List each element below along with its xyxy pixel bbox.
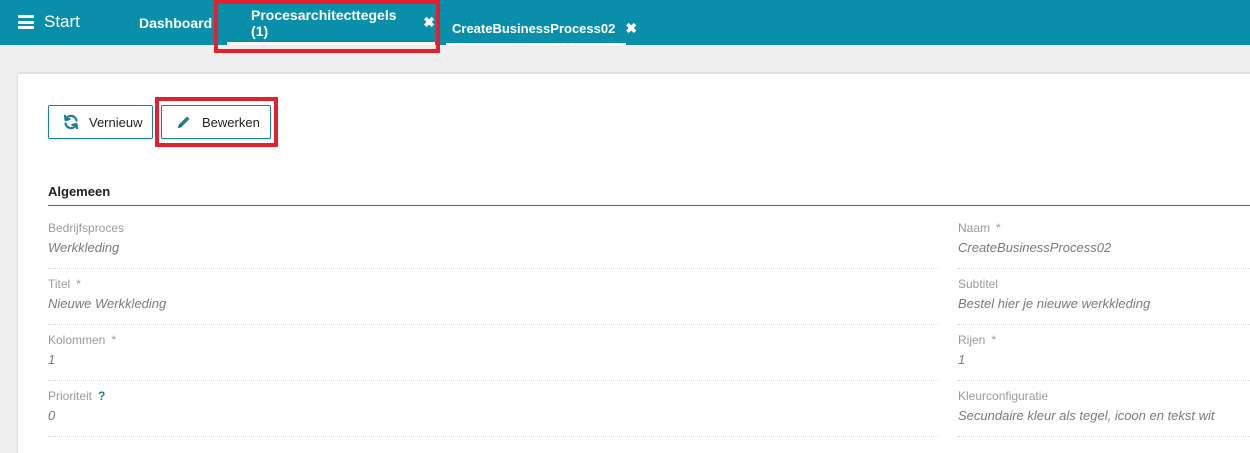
close-icon[interactable]: ✖ (625, 20, 637, 37)
field-prioriteit: Prioriteit? 0 (48, 389, 938, 437)
field-bedrijfsproces: Bedrijfsproces Werkkleding (48, 221, 938, 269)
field-subtitel: Subtitel Bestel hier je nieuwe werkkledi… (958, 277, 1250, 325)
tab-dashboard-label: Dashboard (139, 14, 213, 31)
tab-procesarchitecttegels[interactable]: Procesarchitecttegels (1) ✖ (227, 0, 435, 45)
top-bar: Start Dashboard Procesarchitecttegels (1… (0, 0, 1250, 45)
field-value: Secundaire kleur als tegel, icoon en tek… (958, 408, 1215, 423)
tab-dashboard[interactable]: Dashboard (139, 0, 212, 45)
section-divider (48, 205, 1250, 206)
label-text: Kleurconfiguratie (958, 389, 1049, 403)
required-marker: * (111, 333, 117, 347)
pencil-icon (178, 116, 190, 128)
field-value: 0 (48, 408, 56, 423)
tab-createbusinessprocess02-label: CreateBusinessProcess02 (452, 21, 616, 36)
tab-createbusinessprocess02[interactable]: CreateBusinessProcess02 ✖ (446, 6, 637, 51)
close-icon[interactable]: ✖ (423, 14, 435, 31)
label-text: Naam (958, 221, 991, 235)
field-value: Bestel hier je nieuwe werkkleding (958, 296, 1151, 311)
refresh-icon (63, 114, 79, 130)
field-label: Prioriteit? (48, 389, 105, 403)
help-icon[interactable]: ? (98, 389, 105, 403)
label-text: Bedrijfsproces (48, 221, 125, 235)
edit-button[interactable]: Bewerken (161, 105, 271, 139)
field-rijen: Rijen * 1 (958, 333, 1250, 381)
refresh-button-label: Vernieuw (89, 114, 143, 130)
label-text: Rijen (958, 333, 986, 347)
label-text: Prioriteit (48, 389, 93, 403)
field-label: Subtitel (958, 277, 998, 291)
start-label: Start (44, 12, 80, 31)
field-kolommen: Kolommen * 1 (48, 333, 938, 381)
label-text: Titel (48, 277, 71, 291)
field-value: CreateBusinessProcess02 (958, 240, 1112, 255)
label-text: Kolommen (48, 333, 106, 347)
hamburger-icon (18, 15, 34, 29)
section-title: Algemeen (48, 184, 111, 199)
field-label: Bedrijfsproces (48, 221, 124, 235)
start-menu-button[interactable]: Start (18, 12, 80, 32)
field-label: Kolommen * (48, 333, 116, 347)
label-text: Subtitel (958, 277, 999, 291)
field-value: Werkkleding (48, 240, 120, 255)
field-label: Rijen * (958, 333, 996, 347)
edit-button-label: Bewerken (202, 114, 260, 130)
required-marker: * (76, 277, 81, 291)
refresh-button[interactable]: Vernieuw (48, 105, 153, 139)
field-value: Nieuwe Werkkleding (48, 296, 167, 311)
field-titel: Titel * Nieuwe Werkkleding (48, 277, 938, 325)
tab-procesarchitecttegels-label: Procesarchitecttegels (1) (251, 6, 397, 39)
field-value: 1 (958, 352, 966, 367)
field-value: 1 (48, 352, 56, 367)
detail-card: Vernieuw Bewerken Algemeen Bedrijfsproce… (18, 73, 1250, 453)
field-label: Titel * (48, 277, 81, 291)
field-label: Naam * (958, 221, 1001, 235)
field-label: Kleurconfiguratie (958, 389, 1048, 403)
field-kleurconfiguratie: Kleurconfiguratie Secundaire kleur als t… (958, 389, 1250, 437)
required-marker: * (996, 221, 1001, 235)
field-naam: Naam * CreateBusinessProcess02 (958, 221, 1250, 269)
required-marker: * (991, 333, 997, 347)
